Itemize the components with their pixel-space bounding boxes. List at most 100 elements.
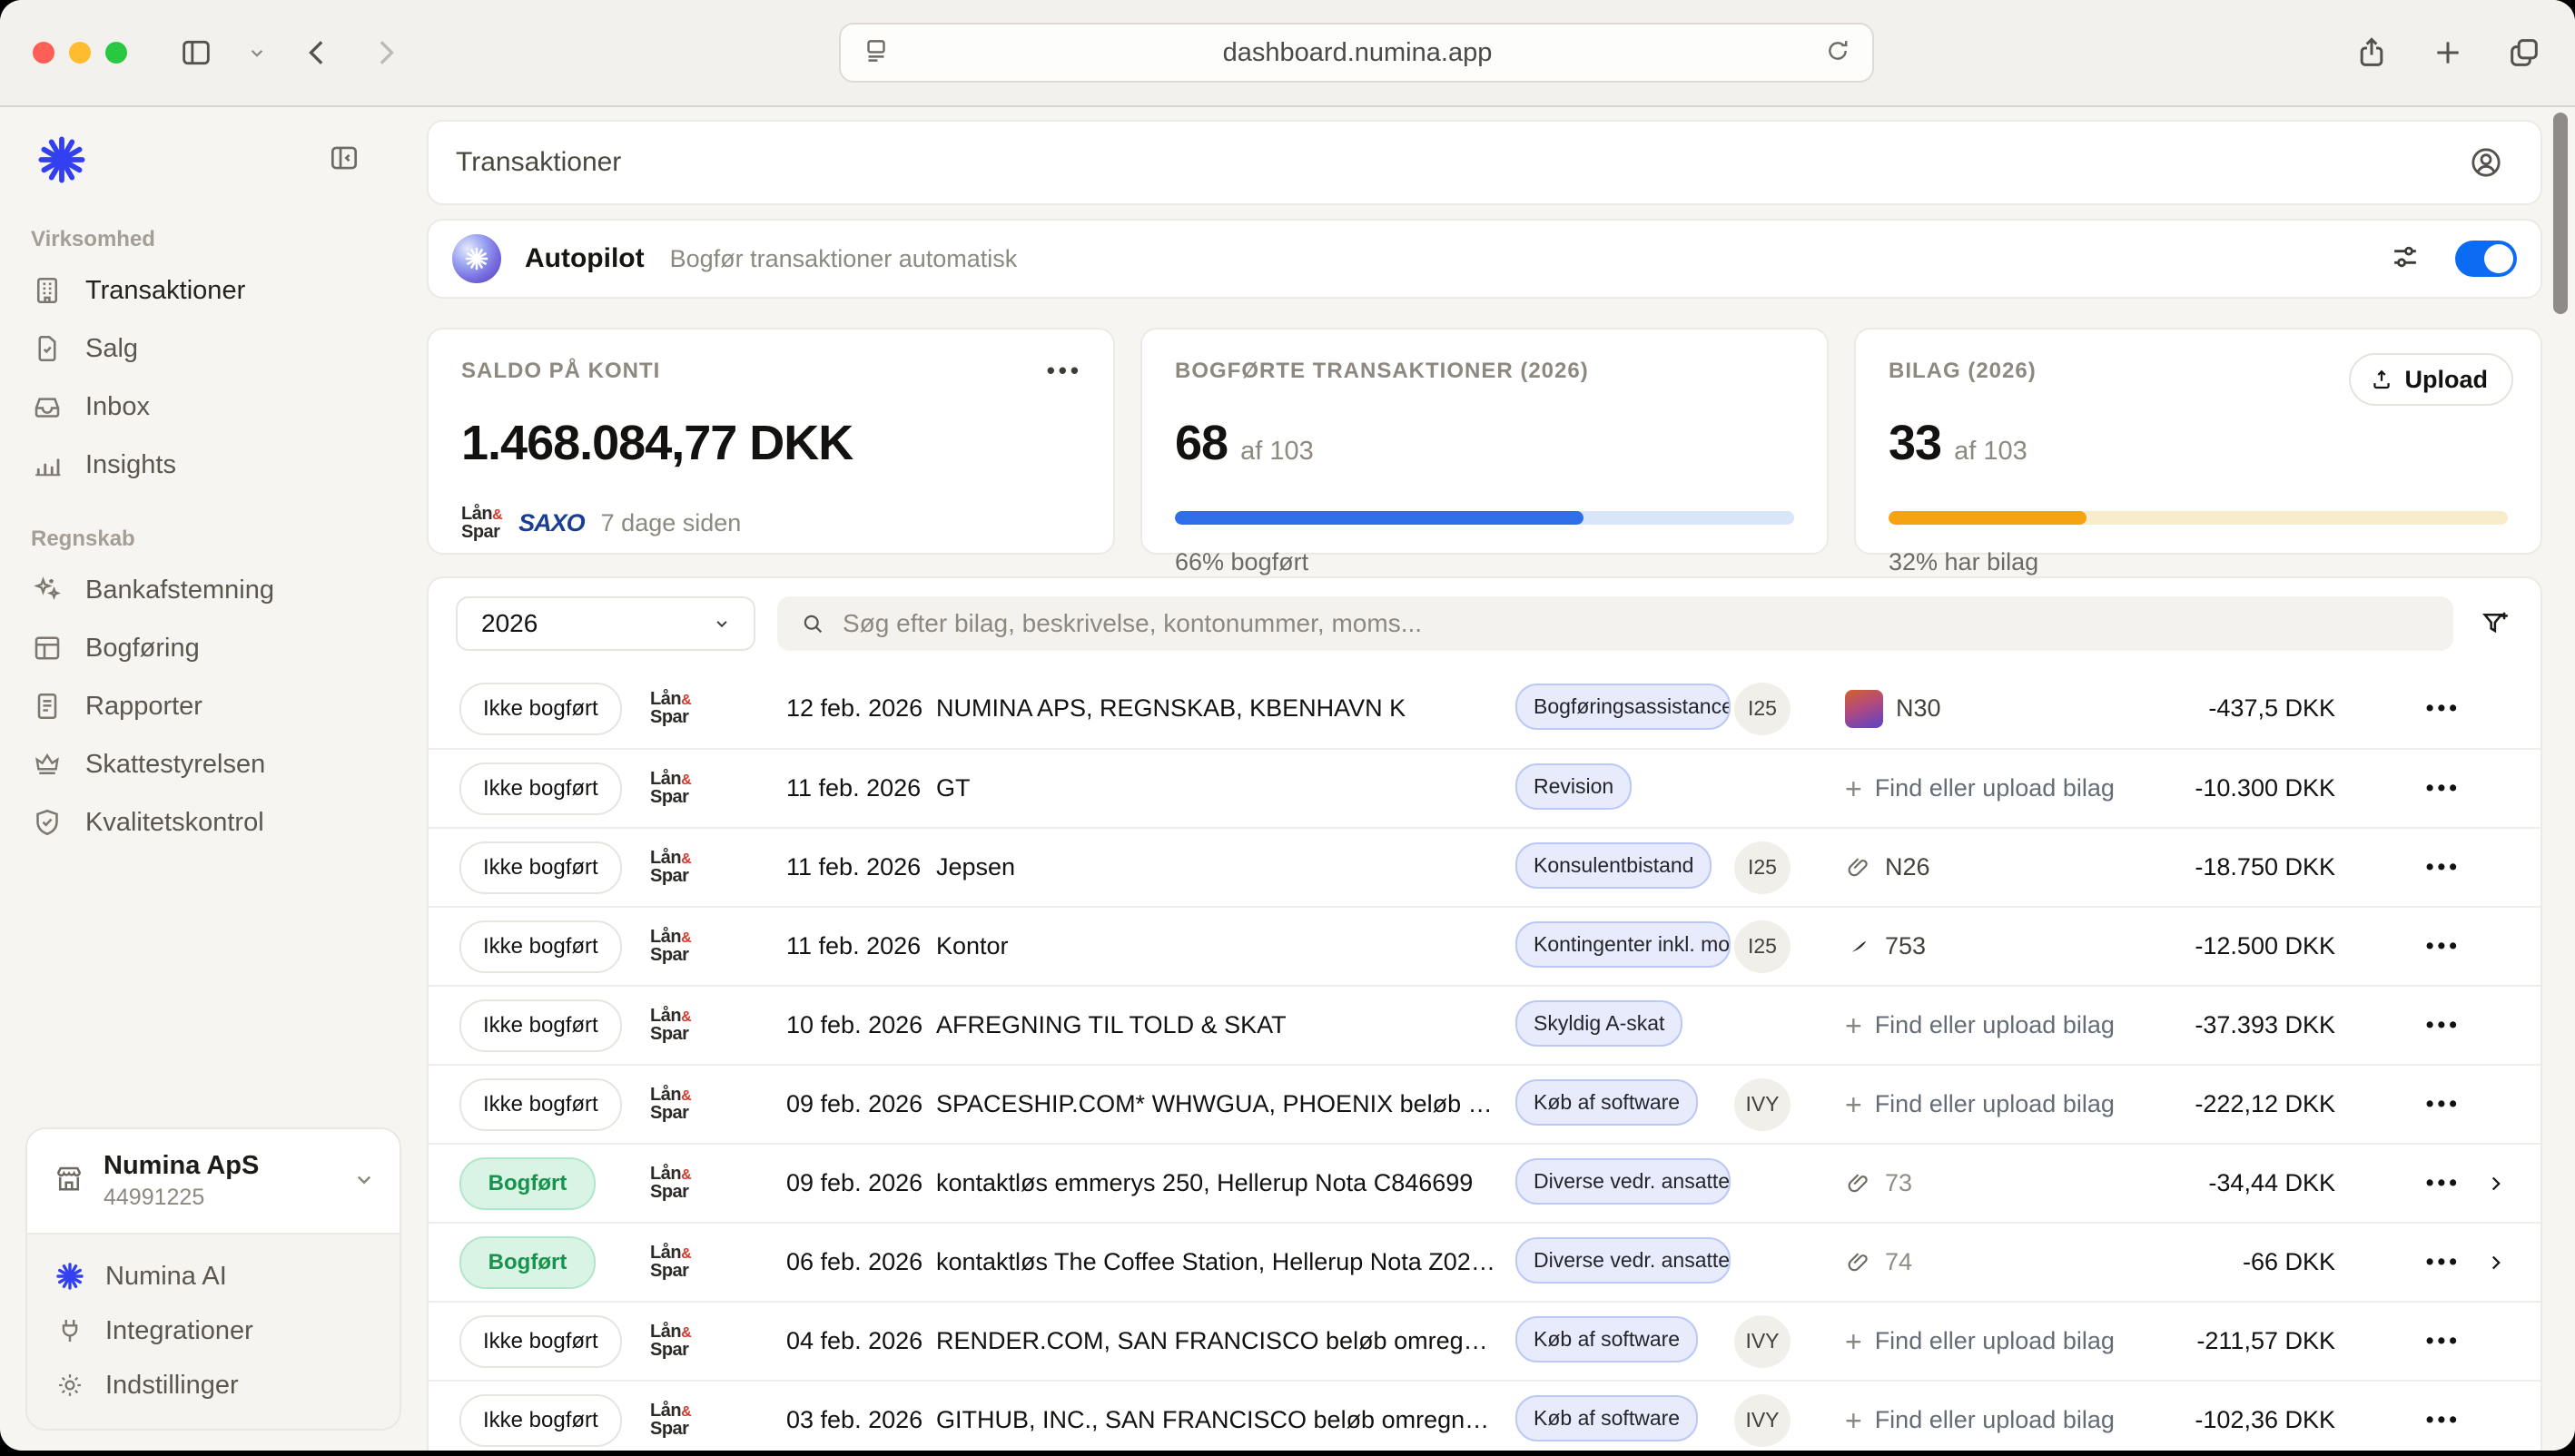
table-row[interactable]: Ikke bogførtLån&Spar11 feb. 2026KontorKo… [429,906,2540,985]
balance-amount: 1.468.084,77 DKK [461,415,1080,471]
row-menu-button[interactable]: ••• [2426,1249,2461,1275]
sidebar-item-numina-ai[interactable]: Numina AI [27,1249,400,1304]
sliders-icon[interactable] [2388,240,2422,279]
transaction-date: 11 feb. 2026 [786,853,936,881]
row-menu-button[interactable]: ••• [2426,775,2461,802]
bank-logo: Lån&Spar [650,927,691,965]
find-upload-receipt-link[interactable]: +Find eller upload bilag [1845,1406,2115,1435]
table-row[interactable]: Ikke bogførtLån&Spar09 feb. 2026SPACESHI… [429,1064,2540,1143]
sidebar-item-kvalitetskontrol[interactable]: Kvalitetskontrol [0,793,418,851]
tax-code-badge: IVY [1734,1394,1791,1447]
sidebar-section-label: Regnskab [0,526,418,561]
transaction-date: 11 feb. 2026 [786,932,936,960]
receipt-ref: 753 [1885,932,1926,960]
find-upload-receipt-link[interactable]: +Find eller upload bilag [1845,1011,2115,1040]
close-window-button[interactable] [33,42,54,64]
sidebar-item-integrationer[interactable]: Integrationer [27,1304,400,1358]
table-row[interactable]: Ikke bogførtLån&Spar04 feb. 2026RENDER.C… [429,1301,2540,1380]
find-upload-receipt-link[interactable]: +Find eller upload bilag [1845,1090,2115,1119]
share-icon[interactable] [2353,34,2390,71]
category-badge[interactable]: Kontingenter inkl. moms [1515,921,1731,968]
table-row[interactable]: Ikke bogførtLån&Spar03 feb. 2026GITHUB, … [429,1380,2540,1451]
sidebar-item-bankafstemning[interactable]: Bankafstemning [0,561,418,619]
search-box[interactable] [777,596,2453,651]
company-number: 44991225 [104,1185,332,1211]
tabs-overview-icon[interactable] [2506,34,2542,71]
receipt-ref: N26 [1885,853,1930,881]
company-switcher[interactable]: Numina ApS 44991225 [27,1129,400,1233]
filter-icon[interactable] [2475,607,2515,640]
row-menu-button[interactable]: ••• [2426,1170,2461,1196]
booked-caption: 66% bogført [1175,548,1794,576]
autopilot-toggle[interactable] [2455,241,2517,277]
address-bar[interactable]: dashboard.numina.app [839,23,1874,83]
find-upload-receipt-label: Find eller upload bilag [1875,1327,2115,1355]
upload-button[interactable]: Upload [2349,353,2514,406]
search-input[interactable] [843,609,2432,638]
status-badge: Ikke bogført [459,1315,622,1368]
bank-logo: Lån&Spar [650,1006,691,1044]
category-badge[interactable]: Køb af software [1515,1079,1698,1126]
category-badge[interactable]: Køb af software [1515,1395,1698,1441]
row-menu-button[interactable]: ••• [2426,1012,2461,1038]
saxo-bank-logo: SAXO [518,509,585,537]
sidebar-item-salg[interactable]: Salg [0,320,418,378]
sidebar-item-inbox[interactable]: Inbox [0,378,418,436]
bank-logo: Lån&Spar [650,848,691,886]
category-badge[interactable]: Diverse vedr. ansatte uden [1515,1158,1731,1205]
minimize-window-button[interactable] [69,42,91,64]
chevron-right-icon[interactable] [2484,1251,2508,1274]
table-row[interactable]: Ikke bogførtLån&Spar10 feb. 2026AFREGNIN… [429,985,2540,1064]
row-menu-button[interactable]: ••• [2426,1328,2461,1354]
find-upload-receipt-link[interactable]: +Find eller upload bilag [1845,1327,2115,1356]
table-row[interactable]: BogførtLån&Spar09 feb. 2026kontaktløs em… [429,1143,2540,1222]
table-row[interactable]: Ikke bogførtLån&Spar11 feb. 2026JepsenKo… [429,827,2540,906]
receipt-ref: 74 [1885,1248,1912,1276]
zoom-window-button[interactable] [105,42,127,64]
table-row[interactable]: Ikke bogførtLån&Spar11 feb. 2026GTRevisi… [429,748,2540,827]
row-menu-button[interactable]: ••• [2426,854,2461,880]
sidebar-item-insights[interactable]: Insights [0,436,418,494]
chevron-right-icon[interactable] [2484,1172,2508,1195]
page-header: Transaktioner [427,120,2542,205]
row-menu-button[interactable]: ••• [2426,1091,2461,1117]
reload-icon[interactable] [1823,36,1852,70]
company-name: Numina ApS [104,1151,332,1181]
transactions-table: 2026 Ikke bogførtLån&Spar12 feb. 2026NUM… [427,576,2542,1451]
sidebar-item-rapporter[interactable]: Rapporter [0,677,418,735]
sidebar-item-transaktioner[interactable]: Transaktioner [0,261,418,320]
category-badge[interactable]: Skyldig A-skat [1515,1000,1682,1047]
category-badge[interactable]: Diverse vedr. ansatte uden [1515,1237,1731,1284]
sidebar-item-bogf-ring[interactable]: Bogføring [0,619,418,677]
transaction-amount: -222,12 DKK [2136,1090,2335,1118]
collapse-sidebar-icon[interactable] [327,141,361,180]
card-menu-button[interactable]: ••• [1047,357,1082,385]
row-menu-button[interactable]: ••• [2426,695,2461,722]
back-icon[interactable] [300,34,336,71]
url-text[interactable]: dashboard.numina.app [892,38,1823,68]
sidebar-item-indstillinger[interactable]: Indstillinger [27,1358,400,1412]
balance-card-label: SALDO PÅ KONTI [461,359,1080,384]
new-tab-icon[interactable] [2430,34,2466,71]
transaction-description: AFREGNING TIL TOLD & SKAT [936,1011,1515,1039]
find-upload-receipt-link[interactable]: +Find eller upload bilag [1845,774,2115,803]
category-badge[interactable]: Konsulentbistand [1515,842,1712,889]
receipt-thumbnail[interactable] [1845,690,1883,728]
sidebar-panel-icon[interactable] [178,34,214,71]
profile-icon[interactable] [2457,133,2515,192]
bank-logo: Lån&Spar [650,1322,691,1360]
scrollbar-thumb[interactable] [2553,113,2568,314]
category-badge[interactable]: Revision [1515,763,1632,810]
sidebar-item-skattestyrelsen[interactable]: Skattestyrelsen [0,735,418,793]
page-settings-icon[interactable] [861,35,892,71]
category-badge[interactable]: Køb af software [1515,1316,1698,1363]
table-row[interactable]: BogførtLån&Spar06 feb. 2026kontaktløs Th… [429,1222,2540,1301]
receipts-card: BILAG (2026) Upload 33af 103 32% har bil… [1854,328,2542,555]
category-badge[interactable]: Bogføringsassistance [1515,684,1731,730]
chevron-down-icon[interactable] [245,41,269,64]
year-select[interactable]: 2026 [456,596,755,651]
forward-icon[interactable] [367,34,403,71]
row-menu-button[interactable]: ••• [2426,933,2461,959]
row-menu-button[interactable]: ••• [2426,1407,2461,1433]
table-row[interactable]: Ikke bogførtLån&Spar12 feb. 2026NUMINA A… [429,669,2540,748]
